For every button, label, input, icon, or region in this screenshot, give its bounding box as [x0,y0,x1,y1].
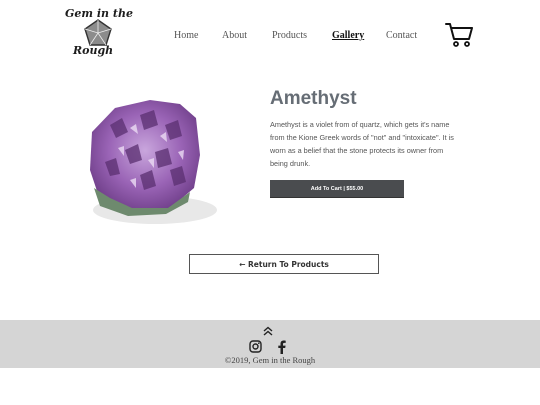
nav-about[interactable]: About [222,30,247,41]
return-to-products-button[interactable]: ← Return To Products [189,254,379,274]
chevron-double-up-icon[interactable] [262,323,274,341]
nav-products[interactable]: Products [272,30,307,41]
logo-text-line2: Rough [73,44,114,57]
nav-home[interactable]: Home [174,30,198,41]
cart-icon [445,23,473,47]
product-image [70,70,240,250]
site-logo[interactable]: Gem in the Rough [63,6,133,62]
product-description: Amethyst is a violet from of quartz, whi… [270,120,454,168]
nav-gallery[interactable]: Gallery [332,30,364,41]
add-to-cart-button[interactable]: Add To Cart | $55.00 [270,180,404,197]
cart-button[interactable] [445,22,473,53]
nav-contact[interactable]: Contact [386,30,417,41]
site-footer: ©2019, Gem in the Rough [0,320,540,368]
copyright-text: ©2019, Gem in the Rough [224,355,316,365]
product-title: Amethyst [270,88,357,109]
